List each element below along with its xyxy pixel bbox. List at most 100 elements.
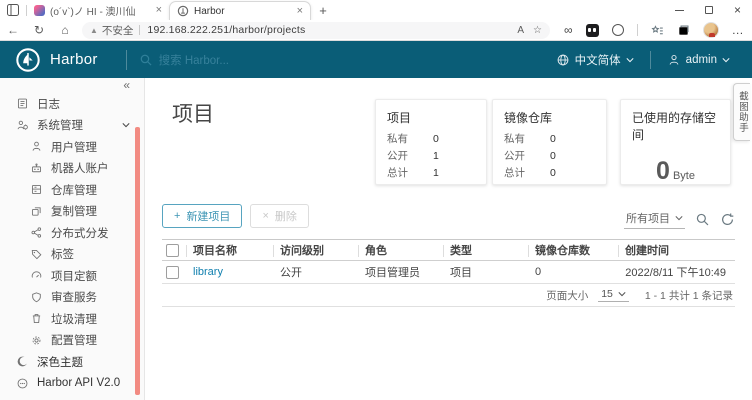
column-header[interactable]: 类型 [443, 240, 528, 260]
favorite-star-icon[interactable]: ☆ [533, 25, 542, 36]
tab2-title: Harbor [194, 6, 292, 17]
stat-label: 总计 [387, 166, 433, 181]
table-footer: 页面大小 15 1 - 1 共计 1 条记录 [162, 284, 735, 307]
column-header[interactable]: 项目名称 [186, 240, 273, 260]
url-field[interactable]: ▲ 不安全 192.168.222.251/harbor/projects A … [82, 22, 550, 39]
chevron-down-icon [618, 290, 626, 298]
table-header-row: 项目名称 访问级别 角色 类型 镜像仓库数 创建时间 [162, 239, 735, 261]
sidebar-item-administration[interactable]: 系统管理 [0, 115, 144, 137]
header-divider [126, 50, 127, 70]
favorites-bar-icon[interactable] [651, 24, 664, 37]
search-placeholder: 搜索 Harbor... [159, 52, 229, 68]
projects-stat-card: 项目 私有0 公开1 总计1 [375, 99, 487, 185]
harbor-logo [15, 47, 41, 73]
moon-icon [16, 355, 29, 368]
tab2-close-icon[interactable]: × [297, 6, 303, 17]
tab-actions-button[interactable] [0, 0, 26, 20]
sidebar-item-project-quotas[interactable]: 项目定额 [0, 265, 144, 287]
stat-label: 公开 [504, 149, 550, 164]
storage-unit: Byte [673, 170, 695, 182]
sidebar-item-registries[interactable]: 仓库管理 [0, 179, 144, 201]
sidebar-item-labels[interactable]: 标签 [0, 244, 144, 266]
security-label[interactable]: 不安全 [102, 23, 134, 38]
sidebar-item-replications[interactable]: 复制管理 [0, 201, 144, 223]
browser-tab-harbor[interactable]: Harbor × [169, 1, 311, 20]
project-filter-dropdown[interactable]: 所有项目 [624, 210, 685, 229]
harbor-favicon [177, 5, 189, 17]
row-checkbox-cell [162, 261, 186, 283]
stat-value: 0 [550, 149, 556, 164]
sidebar-item-label: 日志 [37, 96, 60, 112]
tab1-close-icon[interactable]: × [156, 5, 162, 16]
collapse-nav-button[interactable]: « [0, 78, 144, 93]
chevron-down-icon [626, 56, 634, 64]
select-all-checkbox[interactable] [166, 244, 179, 257]
sidebar-item-label: 仓库管理 [51, 182, 97, 198]
stat-value: 1 [433, 149, 439, 164]
read-aloud-icon[interactable]: A [517, 25, 524, 36]
trash-icon [30, 312, 43, 325]
page-size-dropdown[interactable]: 15 [598, 288, 629, 302]
maximize-button[interactable] [694, 0, 723, 20]
row-checkbox[interactable] [166, 266, 179, 279]
api-icon [16, 377, 29, 390]
sidebar-item-logs[interactable]: 日志 [0, 93, 144, 115]
vertical-tabs-icon [7, 4, 19, 16]
infinity-extension-icon[interactable]: ∞ [564, 23, 573, 37]
main-content: 项目 项目 私有0 公开1 总计1 镜像仓库 私有0 公开0 总计0 已使用的存… [145, 78, 752, 400]
grid-refresh-icon[interactable] [720, 212, 735, 227]
screenshot-helper-side-tab[interactable]: 截图助手 [733, 83, 750, 141]
maximize-icon [705, 6, 713, 14]
dark-extension-icon[interactable] [586, 24, 599, 37]
sidebar-item-distribution[interactable]: 分布式分发 [0, 222, 144, 244]
column-header[interactable]: 访问级别 [273, 240, 358, 260]
column-header[interactable]: 镜像仓库数 [528, 240, 618, 260]
tab1-favicon [34, 5, 45, 16]
storage-stat-card: 已使用的存储空间 0Byte [620, 99, 731, 185]
minimize-button[interactable] [665, 0, 694, 20]
profile-avatar[interactable] [703, 22, 719, 38]
stat-row: 私有0 [493, 131, 606, 148]
home-button[interactable]: ⌂ [52, 23, 78, 37]
robot-icon [30, 162, 43, 175]
new-project-button[interactable]: + 新建项目 [162, 204, 242, 228]
close-button[interactable]: × [723, 0, 752, 20]
delete-button[interactable]: × 删除 [250, 204, 308, 228]
browser-tab-1[interactable]: (o´v`)ノ HI - 澳川仙 × [27, 1, 169, 20]
new-tab-button[interactable]: + [311, 0, 335, 20]
language-dropdown[interactable]: 中文简体 [546, 52, 644, 68]
header-right: 中文简体 admin [546, 51, 740, 69]
sidebar-item-label: 深色主题 [37, 354, 83, 370]
global-search[interactable]: 搜索 Harbor... [139, 52, 229, 68]
project-name-link[interactable]: library [193, 266, 223, 278]
stat-row: 总计0 [493, 165, 606, 182]
sidebar-scrollbar-thumb[interactable] [135, 127, 140, 395]
circle-extension-icon[interactable] [612, 24, 624, 36]
sidebar-item-garbage-collection[interactable]: 垃圾清理 [0, 308, 144, 330]
sidebar-item-interrogation-services[interactable]: 审查服务 [0, 287, 144, 309]
url-text[interactable]: 192.168.222.251/harbor/projects [147, 24, 508, 36]
header-checkbox-cell [162, 240, 186, 260]
sidebar-item-dark-theme[interactable]: 深色主题 [0, 351, 144, 373]
grid-search-icon[interactable] [695, 212, 710, 227]
tab1-title: (o´v`)ノ HI - 澳川仙 [50, 3, 151, 18]
sidebar-item-label: 项目定额 [51, 268, 97, 284]
collections-icon[interactable] [677, 24, 690, 37]
column-header[interactable]: 创建时间 [618, 240, 735, 260]
reload-button[interactable]: ↻ [26, 23, 52, 37]
stat-value: 0 [433, 132, 439, 147]
users-icon [30, 140, 43, 153]
sidebar-item-label: 垃圾清理 [51, 311, 97, 327]
log-icon [16, 97, 29, 110]
sidebar-item-robot-accounts[interactable]: 机器人账户 [0, 158, 144, 180]
browser-menu-icon[interactable]: … [732, 23, 744, 37]
user-dropdown[interactable]: admin [657, 53, 740, 67]
sidebar-item-label: 审查服务 [51, 289, 97, 305]
back-button[interactable]: ← [0, 23, 26, 37]
sidebar-item-harbor-api[interactable]: Harbor API V2.0 [0, 373, 144, 395]
sidebar-item-users[interactable]: 用户管理 [0, 136, 144, 158]
distribution-icon [30, 226, 43, 239]
chevron-down-icon [675, 214, 683, 222]
column-header[interactable]: 角色 [358, 240, 443, 260]
sidebar-item-configuration[interactable]: 配置管理 [0, 330, 144, 352]
